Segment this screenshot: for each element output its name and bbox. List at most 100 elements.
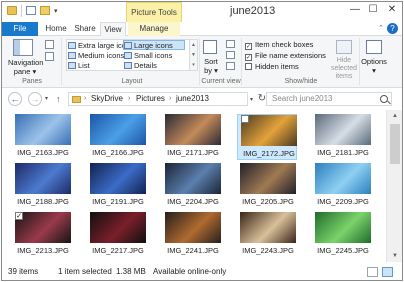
photo-thumbnail xyxy=(240,163,296,194)
group-divider xyxy=(61,38,62,85)
options-icon[interactable] xyxy=(366,40,382,54)
photo-thumbnail xyxy=(240,212,296,243)
details-view-icon[interactable] xyxy=(367,267,378,277)
breadcrumb-separator[interactable]: › xyxy=(84,93,86,105)
scroll-down-arrow[interactable]: ▼ xyxy=(387,250,402,262)
scroll-up-arrow[interactable]: ▲ xyxy=(387,110,402,122)
sort-by-button[interactable]: Sort by ▾ xyxy=(201,57,221,75)
layout-gallery-scroll[interactable]: ▲ ▼ ▾ xyxy=(190,39,198,71)
ribbon-collapse-icon[interactable]: ⌃ xyxy=(378,24,384,32)
photo-thumbnail xyxy=(315,212,371,243)
add-columns-icon[interactable] xyxy=(226,51,235,59)
file-tile[interactable]: IMG_2245.JPG xyxy=(312,212,372,258)
large-icons-view-icon[interactable] xyxy=(382,267,393,277)
breadcrumb-june2013[interactable]: june2013 xyxy=(176,93,209,105)
file-name: IMG_2241.JPG xyxy=(167,246,219,255)
file-name: IMG_2188.JPG xyxy=(17,197,69,206)
layout-item-label: List xyxy=(78,61,90,70)
quick-access-dropdown-icon[interactable]: ▾ xyxy=(54,7,58,15)
file-tile[interactable]: IMG_2209.JPG xyxy=(312,163,372,209)
checkbox-checked[interactable]: ✓ xyxy=(245,43,252,50)
properties-icon[interactable] xyxy=(26,6,36,15)
scroll-thumb[interactable] xyxy=(390,124,400,164)
file-name: IMG_2243.JPG xyxy=(242,246,294,255)
checkbox-label: Item check boxes xyxy=(255,40,314,49)
size-columns-icon[interactable] xyxy=(226,62,235,70)
search-icon[interactable] xyxy=(380,95,388,103)
file-tile[interactable]: IMG_2243.JPG xyxy=(237,212,297,258)
layout-list[interactable]: List xyxy=(68,61,90,71)
help-button[interactable]: ? xyxy=(387,23,398,34)
breadcrumb-skydrive[interactable]: SkyDrive xyxy=(91,93,123,105)
folder-icon xyxy=(7,6,17,15)
sort-by-icon[interactable] xyxy=(203,40,217,54)
vertical-scrollbar[interactable]: ▲ ▼ xyxy=(386,110,402,262)
minimize-button[interactable]: — xyxy=(346,2,364,18)
file-name: IMG_2205.JPG xyxy=(242,197,294,206)
file-tile[interactable]: ✓ IMG_2213.JPG xyxy=(12,212,72,258)
file-name: IMG_2171.JPG xyxy=(167,148,219,157)
up-button[interactable]: ↑ xyxy=(56,94,61,104)
recent-locations-icon[interactable]: ▾ xyxy=(45,95,48,102)
ribbon-tabs: File Home Share View Manage ⌃ ? xyxy=(2,22,402,37)
breadcrumb-separator[interactable]: › xyxy=(169,93,171,105)
file-tile[interactable]: IMG_2204.JPG xyxy=(162,163,222,209)
search-input[interactable]: Search june2013 xyxy=(266,92,392,106)
file-name-extensions-checkbox[interactable]: ✓ File name extensions xyxy=(245,51,326,61)
file-name: IMG_2172.JPG xyxy=(243,149,295,158)
explorer-window: ▾ Picture Tools june2013 — ☐ ✕ File Home… xyxy=(1,1,403,281)
forward-button[interactable]: → xyxy=(28,92,42,106)
layout-item-label: Medium icons xyxy=(78,51,125,60)
tab-view[interactable]: View xyxy=(100,22,126,37)
file-name: IMG_2245.JPG xyxy=(317,246,369,255)
file-tile[interactable]: IMG_2191.JPG xyxy=(87,163,147,209)
group-by-icon[interactable] xyxy=(226,40,235,48)
navigation-pane-icon[interactable] xyxy=(13,39,33,56)
item-check-boxes-checkbox[interactable]: ✓ Item check boxes xyxy=(245,40,313,50)
breadcrumb-separator[interactable]: › xyxy=(128,93,130,105)
folder-icon xyxy=(72,96,81,103)
address-bar[interactable]: › SkyDrive › Pictures › june2013 xyxy=(68,92,248,106)
layout-medium-icons[interactable]: Medium icons xyxy=(68,51,124,61)
availability-status: Available online-only xyxy=(153,267,227,276)
tab-home[interactable]: Home xyxy=(43,22,69,36)
back-button[interactable]: ← xyxy=(8,92,22,106)
tab-manage[interactable]: Manage xyxy=(128,22,180,36)
photo-thumbnail xyxy=(165,163,221,194)
photo-thumbnail xyxy=(90,163,146,194)
file-tile[interactable]: IMG_2241.JPG xyxy=(162,212,222,258)
tab-file[interactable]: File xyxy=(2,22,38,36)
tab-share[interactable]: Share xyxy=(72,22,98,36)
file-name: IMG_2191.JPG xyxy=(92,197,144,206)
file-tile[interactable]: IMG_2217.JPG xyxy=(87,212,147,258)
file-tile[interactable]: IMG_2188.JPG xyxy=(12,163,72,209)
options-button[interactable]: Options ▾ xyxy=(360,57,388,75)
small-icons-icon xyxy=(124,52,132,59)
layout-large-icons[interactable]: Large icons xyxy=(123,40,185,50)
group-label-panes: Panes xyxy=(22,78,42,85)
navigation-pane-button[interactable]: Navigation pane ▾ xyxy=(8,58,43,76)
breadcrumb-pictures[interactable]: Pictures xyxy=(136,93,165,105)
file-tile[interactable]: IMG_2166.JPG xyxy=(87,114,147,160)
file-tile[interactable]: IMG_2171.JPG xyxy=(162,114,222,160)
new-folder-icon[interactable] xyxy=(40,6,50,15)
maximize-button[interactable]: ☐ xyxy=(364,2,382,18)
file-tile[interactable]: IMG_2181.JPG xyxy=(312,114,372,160)
item-checkbox[interactable] xyxy=(241,115,249,123)
checkbox-unchecked[interactable] xyxy=(245,63,252,70)
checkbox-checked[interactable]: ✓ xyxy=(245,54,252,61)
file-tile[interactable]: IMG_2163.JPG xyxy=(12,114,72,160)
address-history-dropdown-icon[interactable]: ▾ xyxy=(250,96,253,103)
close-button[interactable]: ✕ xyxy=(383,2,401,18)
layout-small-icons[interactable]: Small icons xyxy=(124,51,172,61)
checkbox-label: Hidden items xyxy=(255,62,299,71)
item-checkbox-checked[interactable]: ✓ xyxy=(15,212,23,220)
layout-details[interactable]: Details xyxy=(124,61,157,71)
hidden-items-checkbox[interactable]: Hidden items xyxy=(245,62,299,72)
file-tile[interactable]: IMG_2172.JPG xyxy=(237,114,297,160)
photo-thumbnail xyxy=(90,212,146,243)
preview-pane-icon[interactable] xyxy=(45,40,54,49)
file-tile[interactable]: IMG_2205.JPG xyxy=(237,163,297,209)
search-placeholder: Search june2013 xyxy=(272,94,333,103)
details-pane-icon[interactable] xyxy=(45,52,54,61)
